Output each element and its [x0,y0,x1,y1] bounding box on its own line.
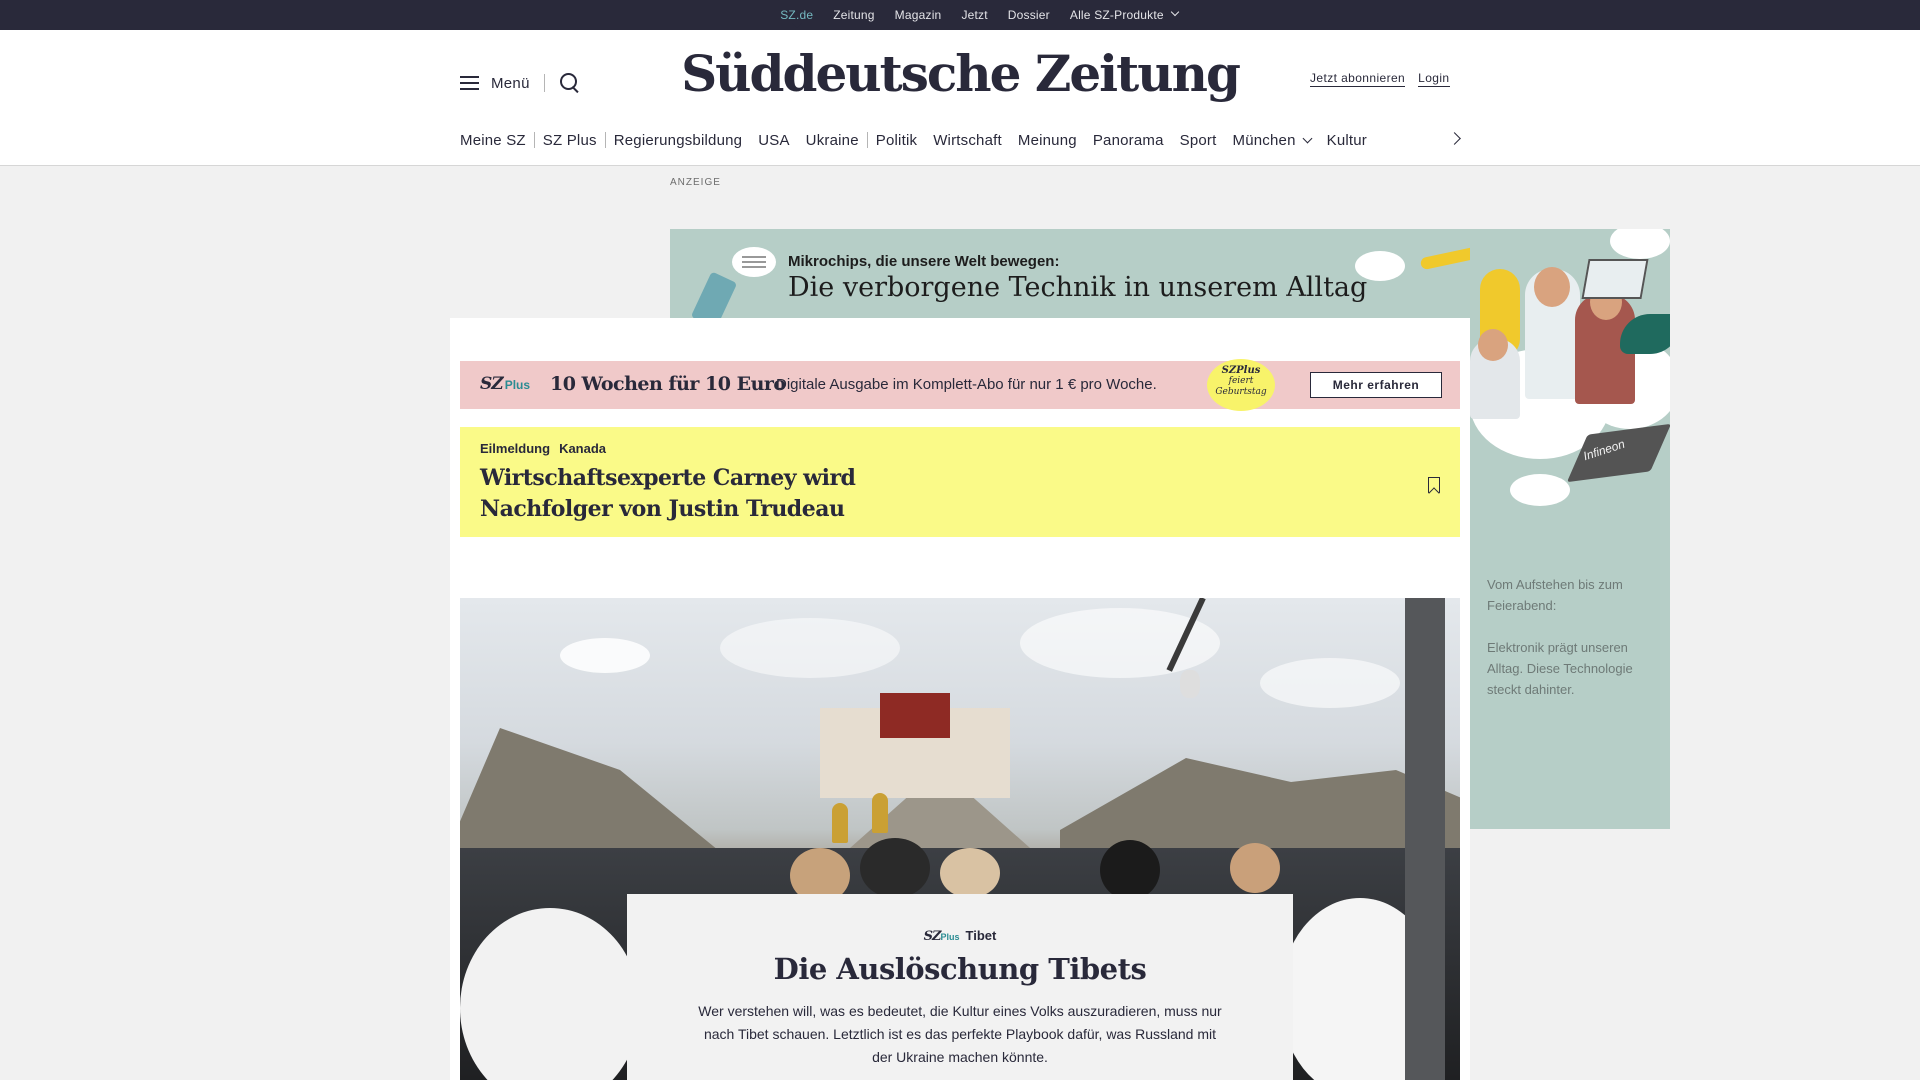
nav-item-muenchen-label: München [1232,131,1296,149]
sz-plus-logo-brand: SZ [480,374,504,394]
pole-shape [1405,598,1445,1080]
subscription-promo[interactable]: SZ Plus 10 Wochen für 10 Euro Digitale Au… [460,359,1460,411]
nav-item-wirtschaft[interactable]: Wirtschaft [925,132,1010,149]
sz-plus-logo: SZPlus [480,374,530,394]
product-links: SZ.de Zeitung Magazin Jetzt Dossier Alle… [0,0,1920,30]
ad-headline-small: Mikrochips, die unsere Welt bewegen: [788,253,1060,270]
ad-label: ANZEIGE [670,177,721,188]
nav-item-meine-sz[interactable]: Meine SZ [460,132,534,149]
chevron-down-icon [1170,7,1180,17]
chevron-right-icon[interactable] [1448,132,1461,145]
sz-plus-logo-brand: SZ [923,929,942,944]
product-link-all[interactable]: Alle SZ-Produkte [1070,8,1164,22]
main-content: SZ Plus 10 Wochen für 10 Euro Digitale Au… [450,318,1470,1080]
breaking-topic: Kanada [559,441,607,456]
nav-item-panorama[interactable]: Panorama [1085,132,1172,149]
palace-shape [880,693,950,738]
nav-item-sz-plus[interactable]: SZ Plus [535,132,605,149]
chevron-down-icon [1302,133,1313,143]
product-link-jetzt[interactable]: Jetzt [961,8,987,22]
breaking-tag: Eilmeldung [480,441,551,456]
nav-item-regierungsbildung[interactable]: Regierungsbildung [606,132,751,149]
bookmark-icon[interactable] [1428,477,1440,493]
ad-copy: Vom Aufstehen bis zum Feierabend: Elektr… [1487,574,1652,700]
ad-skyscraper[interactable]: Infineon Vom Aufstehen bis zum Feieraben… [1470,229,1670,829]
badge-brand: SZPlus [1221,365,1261,376]
login-link[interactable]: Login [1418,71,1450,87]
site-header: Menü Süddeutsche Zeitung Jetzt abonniere… [0,30,1920,166]
ad-illustration [690,271,738,318]
product-link-magazin[interactable]: Magazin [895,8,942,22]
nav-item-sport[interactable]: Sport [1172,132,1225,149]
lead-story-card[interactable]: SZPlus Tibet Die Auslöschung Tibets Wer v… [627,894,1293,1080]
product-link-zeitung[interactable]: Zeitung [833,8,874,22]
product-link-sz-de[interactable]: SZ.de [780,8,813,22]
surveillance-camera-shape [1180,670,1200,698]
nav-item-meinung[interactable]: Meinung [1010,132,1085,149]
speech-bubble-icon [732,247,776,277]
product-link-dossier[interactable]: Dossier [1008,8,1050,22]
ad-copy-line: Elektronik prägt unseren Alltag. Diese T… [1487,640,1633,697]
birthday-badge: SZPlus feiert Geburtstag [1207,359,1275,411]
product-link-all-wrapper[interactable]: Alle SZ-Produkte [1070,7,1180,22]
nav-item-muenchen[interactable]: München [1225,132,1319,149]
ad-headline: Die verborgene Technik in unserem Alltag [788,272,1368,303]
story-headline[interactable]: Die Auslöschung Tibets [627,952,1293,986]
story-teaser: Wer verstehen will, was es bedeutet, die… [698,1003,1222,1065]
story-kicker: SZPlus Tibet [627,928,1293,944]
sz-plus-logo-suffix: Plus [940,932,960,942]
sz-plus-logo-suffix: Plus [504,378,531,392]
nav-item-politik[interactable]: Politik [868,132,925,149]
promo-subtitle: Digitale Ausgabe im Komplett-Abo für nur… [776,376,1157,393]
breaking-news-teaser[interactable]: Eilmeldung Kanada Wirtschaftsexperte Carn… [460,427,1460,537]
sz-plus-logo: SZPlus [924,929,960,944]
more-info-button[interactable]: Mehr erfahren [1310,372,1442,398]
ad-copy-line: Vom Aufstehen bis zum Feierabend: [1487,577,1623,613]
breaking-headline[interactable]: Wirtschaftsexperte Carney wird Nachfolge… [480,463,910,525]
promo-title: 10 Wochen für 10 Euro [550,373,786,395]
breaking-meta: Eilmeldung Kanada [480,441,606,456]
site-logo[interactable]: Süddeutsche Zeitung [0,44,1920,103]
account-links: Jetzt abonnieren Login [1310,71,1450,87]
nav-item-ukraine[interactable]: Ukraine [798,132,867,149]
ad-illustration: Infineon [1470,229,1670,549]
subscribe-link[interactable]: Jetzt abonnieren [1310,71,1406,87]
story-topic: Tibet [965,928,997,943]
nav-item-kultur[interactable]: Kultur [1319,132,1375,149]
nav-item-usa[interactable]: USA [750,132,797,149]
cloud-illustration [1355,251,1405,281]
badge-text: feiert Geburtstag [1215,376,1267,397]
section-nav: Meine SZ SZ Plus Regierungsbildung USA U… [460,129,1375,151]
product-bar: SZ.de Zeitung Magazin Jetzt Dossier Alle… [0,0,1920,30]
